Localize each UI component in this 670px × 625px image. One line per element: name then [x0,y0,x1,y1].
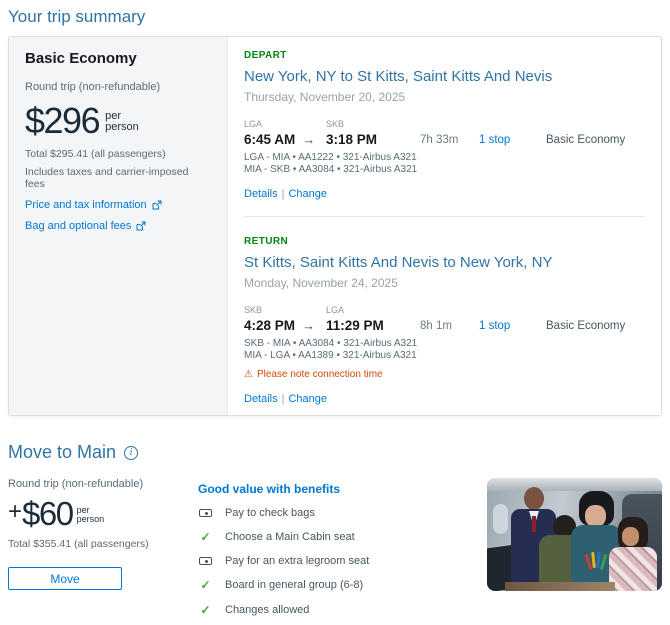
external-link-icon [136,221,146,231]
upsell-title: Move to Main i [8,442,662,463]
return-date: Monday, November 24, 2025 [244,276,398,290]
flight-duration: 8h 1m [420,320,452,332]
plus-sign: + [8,498,23,525]
money-bill-icon [198,557,213,565]
arrow-right-icon: → [302,132,316,147]
arrive-time: 11:29 PM [326,318,384,333]
stops-link[interactable]: 1 stop [479,134,546,147]
depart-time: 6:45 AM [244,132,296,147]
upsell-section: Move to Main i Round trip (non-refundabl… [0,442,670,625]
passenger-shape [609,547,657,591]
benefit-item: ✓ Changes allowed [198,603,479,617]
fare-amount: $296 [25,100,101,141]
return-route: St Kitts, Saint Kitts And Nevis to New Y… [244,254,553,271]
warning-icon: ⚠ [244,369,253,380]
per-person-label: per person [105,110,139,133]
change-link[interactable]: Change [288,393,327,405]
fare-trip-type: Round trip (non-refundable) [25,81,161,93]
flight-duration: 7h 33m [420,134,459,146]
segment-line: SKB - MIA • AA3084 • 321-Airbus A321 [244,338,418,349]
destination-code: SKB [326,119,345,129]
upsell-price-block: Round trip (non-refundable) + $60 per pe… [8,478,198,625]
depart-route: New York, NY to St Kitts, Saint Kitts An… [244,68,553,85]
upsell-price: + $60 per person [8,497,198,530]
cabin-photo [487,478,662,591]
depart-flight-row: LGA SKB 6:45 AM → 3:18 PM 7h 33m 1 stop [244,119,645,147]
depart-date: Thursday, November 20, 2025 [244,90,406,104]
depart-label: DEPART [244,50,287,61]
move-button[interactable]: Move [8,567,122,590]
depart-segments: LGA - MIA • AA1222 • 321-Airbus A321 MIA… [244,152,645,175]
check-icon: ✓ [200,578,211,592]
benefit-item: Pay to check bags [198,507,479,519]
return-flight-row: SKB LGA 4:28 PM → 11:29 PM 8h 1m 1 stop [244,305,645,333]
details-link[interactable]: Details [244,393,278,405]
bag-optional-fees-link[interactable]: Bag and optional fees [25,220,211,232]
benefit-item: ✓ Choose a Main Cabin seat [198,530,479,544]
cabin-label: Basic Economy [546,320,626,332]
upsell-amount: $60 [22,495,74,532]
origin-code: LGA [244,119,263,129]
benefits-title: Good value with benefits [198,482,341,496]
fare-includes-note: Includes taxes and carrier-imposed fees [25,166,189,190]
fare-total-note: Total $295.41 (all passengers) [25,148,166,160]
benefits-list: Good value with benefits Pay to check ba… [198,478,479,625]
fare-name: Basic Economy [25,50,137,67]
upsell-trip-type: Round trip (non-refundable) [8,478,144,490]
return-segments: SKB - MIA • AA3084 • 321-Airbus A321 MIA… [244,338,645,361]
per-person-label: per person [76,505,105,524]
upsell-total-note: Total $355.41 (all passengers) [8,538,149,550]
booking-page: Your trip summary Basic Economy Round tr… [0,7,670,416]
money-bill-icon [198,509,213,517]
check-icon: ✓ [200,530,211,544]
price-tax-info-link[interactable]: Price and tax information [25,199,211,211]
info-icon[interactable]: i [124,445,139,460]
cabin-label: Basic Economy [546,134,626,146]
slices-panel: DEPART New York, NY to St Kitts, Saint K… [228,37,661,415]
benefit-item: ✓ Board in general group (6-8) [198,578,479,592]
destination-code: LGA [326,305,345,315]
external-link-icon [152,200,162,210]
return-label: RETURN [244,236,289,247]
window-shape [493,504,508,534]
depart-time: 4:28 PM [244,318,296,333]
segment-line: MIA - LGA • AA1389 • 321-Airbus A321 [244,349,417,361]
depart-slice: DEPART New York, NY to St Kitts, Saint K… [244,50,645,200]
trip-summary-card: Basic Economy Round trip (non-refundable… [8,36,662,416]
fare-panel: Basic Economy Round trip (non-refundable… [9,37,228,415]
connection-warning: ⚠ Please note connection time [244,369,383,380]
arrow-right-icon: → [302,318,316,333]
benefit-item: Pay for an extra legroom seat [198,555,479,567]
stops-link[interactable]: 1 stop [479,320,546,333]
arrive-time: 3:18 PM [326,132,378,147]
check-icon: ✓ [200,603,211,617]
fare-price: $296 per person [25,103,211,139]
return-slice: RETURN St Kitts, Saint Kitts And Nevis t… [244,236,645,405]
details-link[interactable]: Details [244,188,278,200]
slice-divider [244,216,645,217]
overhead-bin-shape [487,478,662,491]
segment-line: MIA - SKB • AA3084 • 321-Airbus A321 [244,163,418,175]
change-link[interactable]: Change [288,188,327,200]
origin-code: SKB [244,305,263,315]
page-title: Your trip summary [8,7,146,26]
segment-line: LGA - MIA • AA1222 • 321-Airbus A321 [244,152,417,163]
